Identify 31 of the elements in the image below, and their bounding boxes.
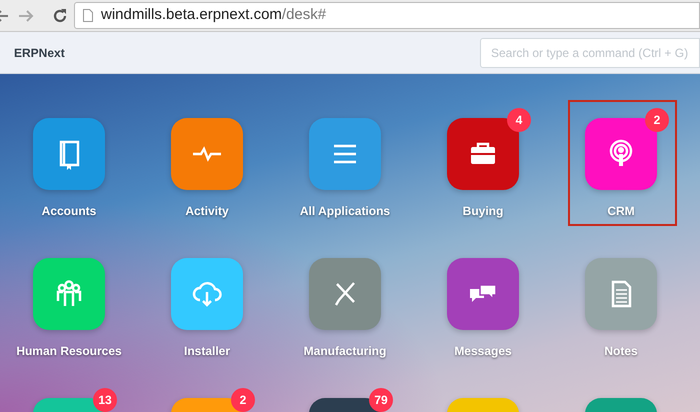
app-label[interactable]: Notes xyxy=(604,342,638,360)
app-label[interactable]: CRM xyxy=(607,202,635,220)
app-label[interactable]: Manufacturing xyxy=(304,342,386,360)
app-tile[interactable] xyxy=(309,258,381,330)
app-tile[interactable] xyxy=(171,258,243,330)
back-icon[interactable] xyxy=(0,8,8,22)
app-label[interactable]: Buying xyxy=(462,202,504,220)
search-field[interactable]: Search or type a command (Ctrl + G) xyxy=(480,38,700,68)
notification-count: 13 xyxy=(93,388,117,412)
app-label[interactable]: All Applications xyxy=(300,202,390,220)
url-text: windmills.beta.erpnext.com/desk# xyxy=(101,5,326,26)
forward-icon[interactable] xyxy=(18,8,34,22)
app-tile[interactable] xyxy=(171,118,243,190)
app-tile[interactable] xyxy=(33,258,105,330)
page-icon xyxy=(83,9,93,22)
app-tile[interactable] xyxy=(585,258,657,330)
notification-count: 4 xyxy=(507,108,531,132)
app-label[interactable]: Installer xyxy=(184,342,230,360)
app-label[interactable]: Messages xyxy=(454,342,512,360)
app-tile[interactable] xyxy=(309,118,381,190)
address-bar[interactable]: windmills.beta.erpnext.com/desk# xyxy=(74,2,700,29)
notification-count: 2 xyxy=(645,108,669,132)
notification-count: 2 xyxy=(231,388,255,412)
notification-count: 79 xyxy=(369,388,393,412)
app-label[interactable]: Accounts xyxy=(42,202,96,220)
brand-title[interactable]: ERPNext xyxy=(14,44,65,62)
reload-icon[interactable] xyxy=(52,8,68,24)
app-label[interactable]: Human Resources xyxy=(16,342,122,360)
app-tile[interactable] xyxy=(33,118,105,190)
app-label[interactable]: Activity xyxy=(185,202,229,220)
app-tile[interactable] xyxy=(447,258,519,330)
